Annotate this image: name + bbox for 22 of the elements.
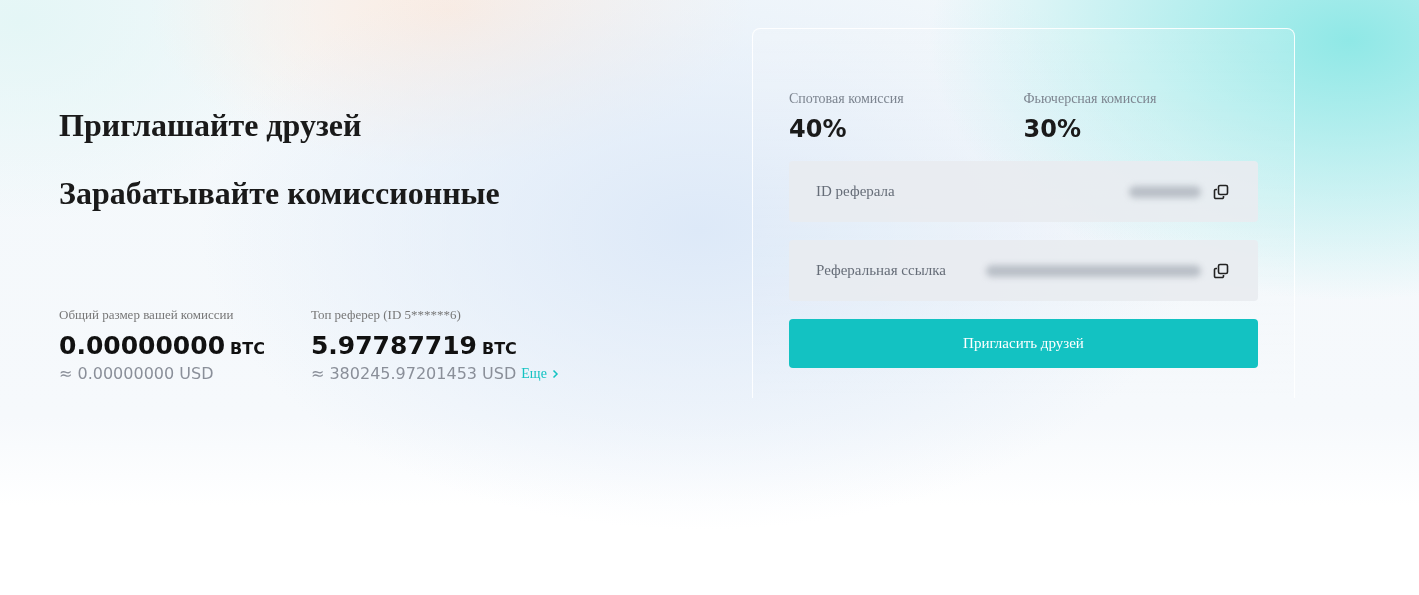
invite-button[interactable]: Пригласить друзей — [789, 319, 1258, 368]
stat-amount: 5.97787719 — [310, 331, 477, 360]
stat-usd-value: ≈ 380245.97201453 USD — [310, 364, 517, 383]
copy-icon[interactable] — [1213, 262, 1229, 279]
stat-unit: BTC — [482, 339, 517, 358]
chevron-right-icon — [551, 368, 559, 379]
stat-amount: 0.00000000 — [59, 331, 226, 360]
stat-usd-value: ≈ 0.00000000 USD — [59, 364, 214, 383]
commission-label: Фьючерсная комиссия — [1023, 91, 1157, 107]
stat-unit: BTC — [230, 339, 265, 358]
more-link[interactable]: Еще — [521, 365, 547, 382]
field-label: Реферальная ссылка — [816, 262, 947, 279]
field-label: ID реферала — [816, 183, 896, 200]
commission-label: Спотовая комиссия — [789, 91, 904, 107]
blurred-value — [1129, 185, 1201, 198]
commission-value: 30% — [1023, 115, 1081, 143]
page-heading: Зарабатывайте комиссионные — [59, 174, 501, 213]
page-heading: Приглашайте друзей — [59, 106, 363, 145]
commission-value: 40% — [789, 115, 847, 143]
stat-label: Общий размер вашей комиссии — [59, 307, 234, 323]
stat-label: Топ реферер (ID 5******6) — [310, 307, 461, 323]
copy-icon[interactable] — [1213, 183, 1229, 200]
